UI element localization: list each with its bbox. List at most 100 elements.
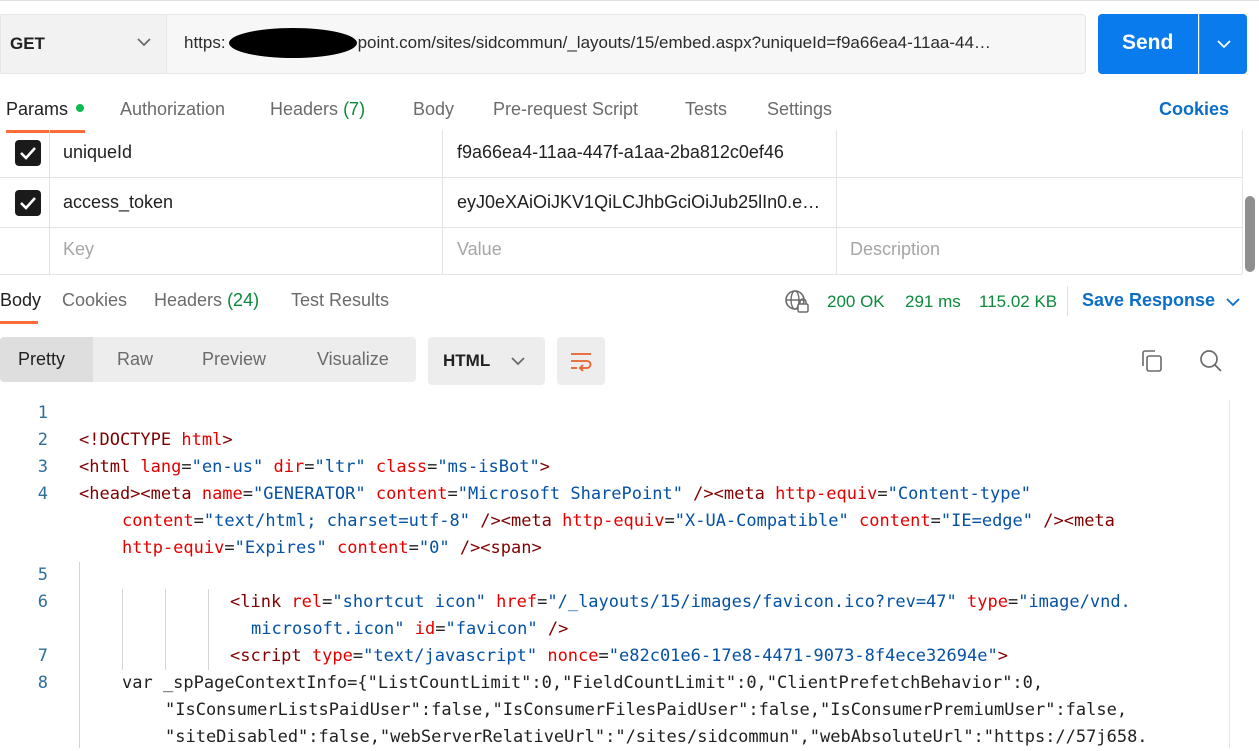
chevron-down-icon[interactable] <box>136 34 152 50</box>
view-visualize[interactable]: Visualize <box>317 349 389 370</box>
code-token: href <box>485 592 538 612</box>
chevron-down-icon[interactable] <box>510 353 526 369</box>
param-key[interactable]: access_token <box>63 192 173 213</box>
code-line-wrap[interactable]: "IsConsumerListsPaidUser":false,"IsConsu… <box>165 697 1127 724</box>
tab-settings[interactable]: Settings <box>767 99 832 120</box>
code-token: = <box>181 457 192 477</box>
method-label: GET <box>10 34 45 53</box>
code-token: type <box>311 646 353 666</box>
code-token: /><meta <box>470 511 563 531</box>
checkbox-checked-icon[interactable] <box>15 190 41 216</box>
copy-icon[interactable] <box>1140 349 1164 373</box>
divider <box>1067 286 1068 316</box>
code-line[interactable]: <link rel="shortcut icon" href="/_layout… <box>230 589 1131 616</box>
table-column-divider <box>836 130 837 274</box>
chevron-down-icon[interactable] <box>1225 294 1241 310</box>
code-token: "IE=edge" <box>940 511 1034 531</box>
tab-test-results[interactable]: Test Results <box>291 290 389 311</box>
code-token: "GENERATOR" <box>253 484 366 504</box>
code-token: > <box>539 457 550 477</box>
code-line-wrap[interactable]: "siteDisabled":false,"webServerRelativeU… <box>165 724 1148 751</box>
param-description-placeholder[interactable]: Description <box>850 239 940 260</box>
code-line[interactable]: <head><meta name="GENERATOR" content="Mi… <box>79 481 1031 508</box>
code-token: "Microsoft SharePoint" <box>457 484 683 504</box>
param-key-placeholder[interactable]: Key <box>63 239 94 260</box>
param-value[interactable]: eyJ0eXAiOiJKV1QiLCJhbGciOiJub25lIn0.e… <box>457 192 820 213</box>
param-key[interactable]: uniqueId <box>63 142 132 163</box>
tab-prerequest-script[interactable]: Pre-request Script <box>493 99 638 120</box>
vertical-scrollbar[interactable] <box>1245 196 1255 272</box>
response-size[interactable]: 115.02 KB <box>979 292 1057 312</box>
response-time[interactable]: 291 ms <box>905 292 961 312</box>
search-icon[interactable] <box>1199 349 1223 373</box>
tab-headers-label: Headers <box>270 99 339 119</box>
code-line-wrap[interactable]: microsoft.icon" id="favicon" /> <box>251 616 568 643</box>
table-column-divider <box>442 130 443 274</box>
code-token: lang <box>140 457 182 477</box>
code-token: "image/vnd. <box>1018 592 1131 612</box>
code-token: "0" <box>418 538 450 558</box>
code-token: "favicon" <box>445 619 538 639</box>
status-code[interactable]: 200 OK <box>827 292 885 312</box>
tab-params[interactable]: Params <box>6 99 68 120</box>
code-token: html <box>181 430 223 450</box>
tab-response-body[interactable]: Body <box>0 290 41 311</box>
globe-lock-icon[interactable] <box>784 289 810 315</box>
code-line[interactable]: <!DOCTYPE html> <box>79 427 233 454</box>
wrap-lines-button[interactable] <box>557 337 605 385</box>
cookies-link[interactable]: Cookies <box>1159 99 1229 120</box>
top-divider <box>0 0 1259 1</box>
param-value[interactable]: f9a66ea4-11aa-447f-a1aa-2ba812c0ef46 <box>457 142 784 163</box>
save-response-button[interactable]: Save Response <box>1082 290 1215 311</box>
line-number: 8 <box>37 673 48 693</box>
code-line-wrap[interactable]: content="text/html; charset=utf-8" /><me… <box>122 508 1115 535</box>
code-token: <script <box>230 646 312 666</box>
code-line[interactable]: var _spPageContextInfo={"ListCountLimit"… <box>122 670 1043 697</box>
code-token: "ms-isBot" <box>437 457 540 477</box>
line-number: 7 <box>37 646 48 666</box>
code-token: = <box>427 457 438 477</box>
send-options-button[interactable] <box>1199 14 1247 74</box>
tab-params-underline <box>6 130 85 133</box>
language-label: HTML <box>443 351 491 370</box>
code-token: = <box>447 484 458 504</box>
code-token: nonce <box>537 646 599 666</box>
code-token: content <box>326 538 409 558</box>
code-token: "text/javascript" <box>363 646 538 666</box>
checkbox-checked-icon[interactable] <box>15 140 41 166</box>
code-token: "e82c01e6-17e8-4471-9073-8f4ece32694e" <box>608 646 998 666</box>
line-number: 3 <box>37 457 48 477</box>
view-preview[interactable]: Preview <box>202 349 266 370</box>
code-line-wrap[interactable]: http-equiv="Expires" content="0" /><span… <box>122 535 542 562</box>
tab-tests[interactable]: Tests <box>685 99 727 120</box>
code-token: = <box>408 538 419 558</box>
view-raw[interactable]: Raw <box>117 349 153 370</box>
tab-headers[interactable]: Headers (7) <box>270 99 365 120</box>
param-value-placeholder[interactable]: Value <box>457 239 502 260</box>
code-scroll-edge <box>1229 400 1230 748</box>
code-line[interactable]: <script type="text/javascript" nonce="e8… <box>230 643 1008 670</box>
tab-response-headers[interactable]: Headers (24) <box>154 290 259 311</box>
code-token: dir <box>263 457 305 477</box>
chevron-down-icon <box>1217 40 1231 49</box>
code-token: = <box>1007 592 1019 612</box>
tab-body[interactable]: Body <box>413 99 454 120</box>
table-bottom-divider <box>0 274 1242 275</box>
indent-guide <box>79 562 80 748</box>
tab-headers-count: (7) <box>343 99 366 119</box>
code-token: "/_layouts/15/images/favicon.ico?rev=47" <box>547 592 957 612</box>
tab-response-cookies[interactable]: Cookies <box>62 290 127 311</box>
tab-authorization[interactable]: Authorization <box>120 99 225 120</box>
code-token: "en-us" <box>191 457 264 477</box>
code-line[interactable]: <html lang="en-us" dir="ltr" class="ms-i… <box>79 454 550 481</box>
view-pretty[interactable]: Pretty <box>18 349 65 370</box>
code-token: content <box>365 484 448 504</box>
table-column-divider <box>1242 130 1243 274</box>
code-token: > <box>222 430 233 450</box>
send-button-label: Send <box>1122 31 1174 54</box>
code-token: /><meta <box>682 484 776 504</box>
code-token: id <box>404 619 436 639</box>
code-token: rel <box>291 592 323 612</box>
code-token: microsoft.icon" <box>251 619 405 639</box>
code-token: name <box>201 484 243 504</box>
